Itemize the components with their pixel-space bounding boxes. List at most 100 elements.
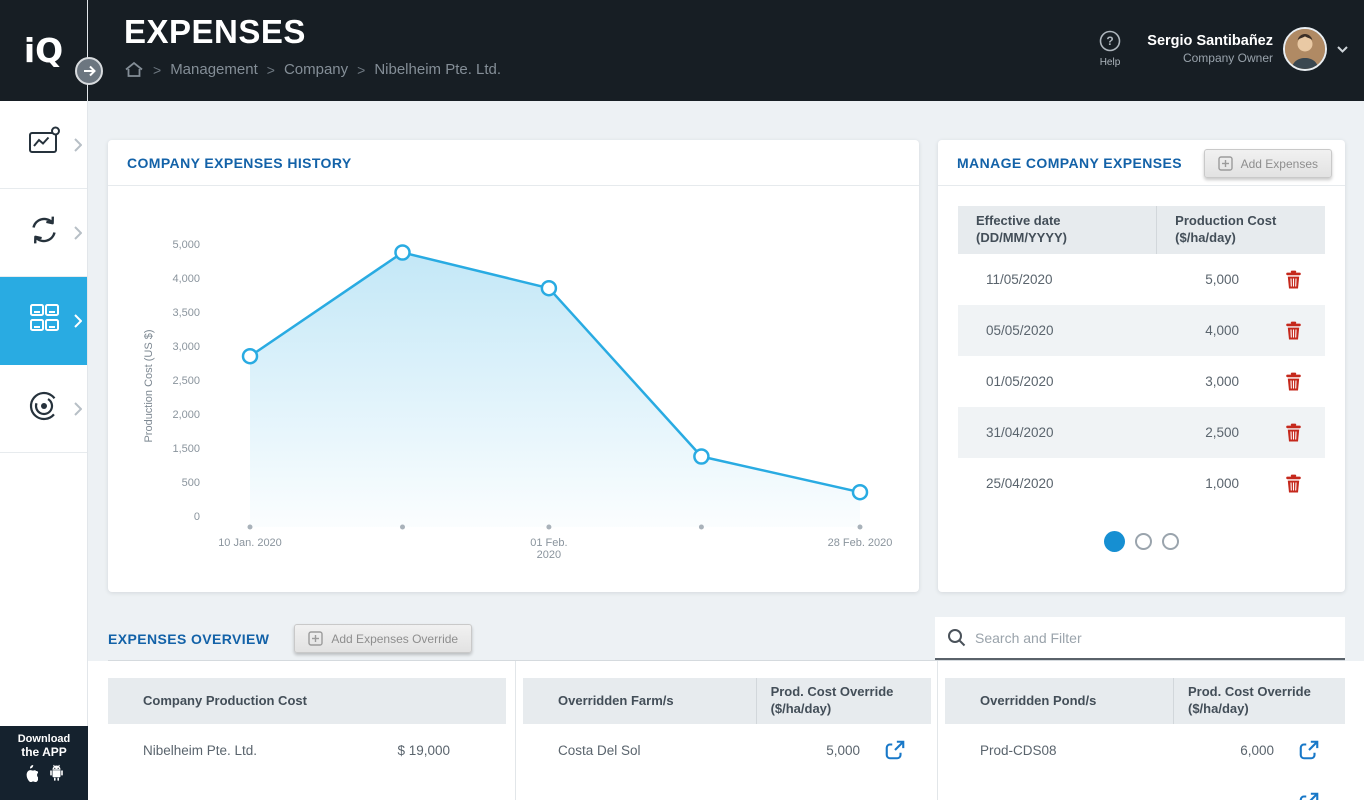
sidebar-item-production-cycles[interactable] — [0, 189, 87, 277]
expense-cost: 5,000 — [1205, 271, 1239, 287]
sidebar: iQ Download the APP — [0, 0, 88, 800]
expenses-table-header: Effective date (DD/MM/YYYY) Production C… — [958, 206, 1325, 254]
manage-company-expenses-card: MANAGE COMPANY EXPENSES Add Expenses Eff… — [938, 140, 1345, 592]
expense-row: 11/05/2020 5,000 — [958, 253, 1325, 305]
pagination-dot-2[interactable] — [1135, 533, 1152, 550]
svg-text:?: ? — [1106, 34, 1113, 48]
svg-text:5,000: 5,000 — [172, 239, 200, 251]
overridden-farms-table: Overridden Farm/s Prod. Cost Override ($… — [523, 678, 931, 776]
search-icon — [947, 628, 966, 647]
company-production-cost-table: Company Production Cost Nibelheim Pte. L… — [108, 678, 506, 776]
expense-cost: 2,500 — [1205, 424, 1239, 440]
pond-override-value: 6,000 — [1240, 742, 1274, 758]
overridden-ponds-table: Overridden Pond/s Prod. Cost Override ($… — [945, 678, 1345, 800]
chevron-down-icon — [1337, 45, 1348, 53]
delete-expense-button[interactable] — [1285, 423, 1302, 442]
open-pond-override-button[interactable] — [1298, 791, 1320, 800]
open-farm-override-button[interactable] — [884, 739, 906, 761]
delete-expense-button[interactable] — [1285, 474, 1302, 493]
apple-icon[interactable] — [23, 764, 39, 787]
sidebar-item-management[interactable] — [0, 277, 87, 365]
trash-icon — [1285, 270, 1302, 289]
sidebar-item-monitoring[interactable] — [0, 365, 87, 453]
help-label: Help — [1099, 57, 1121, 68]
download-app-banner[interactable]: Download the APP — [0, 726, 88, 800]
page-title: EXPENSES — [124, 13, 306, 50]
breadcrumb-management[interactable]: Management — [170, 61, 258, 78]
app-logo-text: iQ — [23, 31, 64, 70]
expense-row: 01/05/2020 3,000 — [958, 355, 1325, 407]
add-expenses-button[interactable]: Add Expenses — [1203, 149, 1332, 178]
user-menu[interactable]: Sergio Santibañez Company Owner — [1147, 27, 1348, 71]
open-pond-override-button[interactable] — [1298, 739, 1320, 761]
monitoring-rings-icon — [27, 389, 61, 428]
vertical-divider — [937, 661, 938, 800]
chevron-right-icon — [74, 401, 82, 416]
pagination-dot-3[interactable] — [1162, 533, 1179, 550]
pond-name: Prod-CDS08 — [980, 742, 1057, 758]
add-expenses-override-button[interactable]: Add Expenses Override — [294, 624, 473, 653]
pond-override-row-partial — [945, 776, 1345, 800]
external-link-icon — [1298, 739, 1320, 761]
delete-expense-button[interactable] — [1285, 372, 1302, 391]
breadcrumb: > Management > Company > Nibelheim Pte. … — [124, 61, 501, 78]
add-expenses-label: Add Expenses — [1240, 156, 1318, 171]
avatar[interactable] — [1283, 27, 1327, 71]
production-cycle-icon — [27, 213, 61, 252]
column-header-production-cost: Production Cost ($/ha/day) — [1156, 206, 1325, 254]
management-grid-icon — [27, 301, 61, 340]
delete-expense-button[interactable] — [1285, 270, 1302, 289]
user-role: Company Owner — [1182, 51, 1273, 65]
svg-text:Production Cost (US $): Production Cost (US $) — [143, 329, 155, 442]
help-icon: ? — [1099, 30, 1121, 55]
pagination-dot-1[interactable] — [1104, 531, 1125, 552]
svg-text:3,000: 3,000 — [172, 341, 200, 353]
column-header-prod-cost-override: Prod. Cost Override ($/ha/day) — [755, 678, 931, 724]
main-content: COMPANY EXPENSES HISTORY Production Cost… — [88, 101, 1364, 800]
plus-box-icon — [1217, 156, 1233, 171]
delete-expense-button[interactable] — [1285, 321, 1302, 340]
expense-row: 31/04/2020 2,500 — [958, 406, 1325, 458]
expenses-table: Effective date (DD/MM/YYYY) Production C… — [958, 206, 1325, 509]
expense-date: 01/05/2020 — [986, 373, 1054, 389]
svg-text:4,000: 4,000 — [172, 273, 200, 285]
external-link-icon — [1298, 791, 1320, 800]
farm-override-value: 5,000 — [826, 742, 860, 758]
chevron-right-icon — [74, 225, 82, 240]
sidebar-collapse-button[interactable] — [75, 57, 103, 85]
sidebar-item-analytics[interactable] — [0, 101, 87, 189]
svg-text:500: 500 — [182, 477, 200, 489]
svg-text:3,500: 3,500 — [172, 307, 200, 319]
expense-cost: 1,000 — [1205, 475, 1239, 491]
breadcrumb-separator: > — [266, 61, 275, 78]
expense-date: 31/04/2020 — [986, 424, 1054, 440]
help-button[interactable]: ? Help — [1099, 30, 1121, 68]
expense-date: 25/04/2020 — [986, 475, 1054, 491]
svg-text:2,000: 2,000 — [172, 409, 200, 421]
chevron-right-icon — [74, 137, 82, 152]
svg-text:10 Jan. 2020: 10 Jan. 2020 — [218, 537, 282, 549]
android-icon[interactable] — [48, 764, 65, 787]
expense-date: 11/05/2020 — [986, 271, 1053, 287]
breadcrumb-company[interactable]: Company — [284, 61, 348, 78]
home-icon[interactable] — [124, 61, 144, 78]
manage-card-title: MANAGE COMPANY EXPENSES — [957, 154, 1182, 171]
expenses-page: iQ Download the APP EXPENSES > Managemen… — [0, 0, 1364, 800]
column-header-company-production-cost: Company Production Cost — [143, 692, 307, 708]
farm-override-row: Costa Del Sol 5,000 — [523, 724, 931, 776]
arrow-right-icon — [83, 65, 96, 77]
vertical-divider — [515, 661, 516, 800]
search-input[interactable] — [975, 629, 1333, 646]
pagination — [938, 531, 1345, 552]
trash-icon — [1285, 372, 1302, 391]
column-header-prod-cost-override: Prod. Cost Override ($/ha/day) — [1173, 678, 1345, 724]
trash-icon — [1285, 474, 1302, 493]
external-link-icon — [884, 739, 906, 761]
expense-cost: 3,000 — [1205, 373, 1239, 389]
svg-text:0: 0 — [194, 511, 200, 523]
search-bar — [935, 617, 1345, 660]
trash-icon — [1285, 321, 1302, 340]
breadcrumb-separator: > — [357, 61, 366, 78]
expenses-history-line-chart: Production Cost (US $) 5,000 4,000 3,500 3,0… — [143, 239, 892, 561]
history-card-title: COMPANY EXPENSES HISTORY — [127, 154, 352, 171]
